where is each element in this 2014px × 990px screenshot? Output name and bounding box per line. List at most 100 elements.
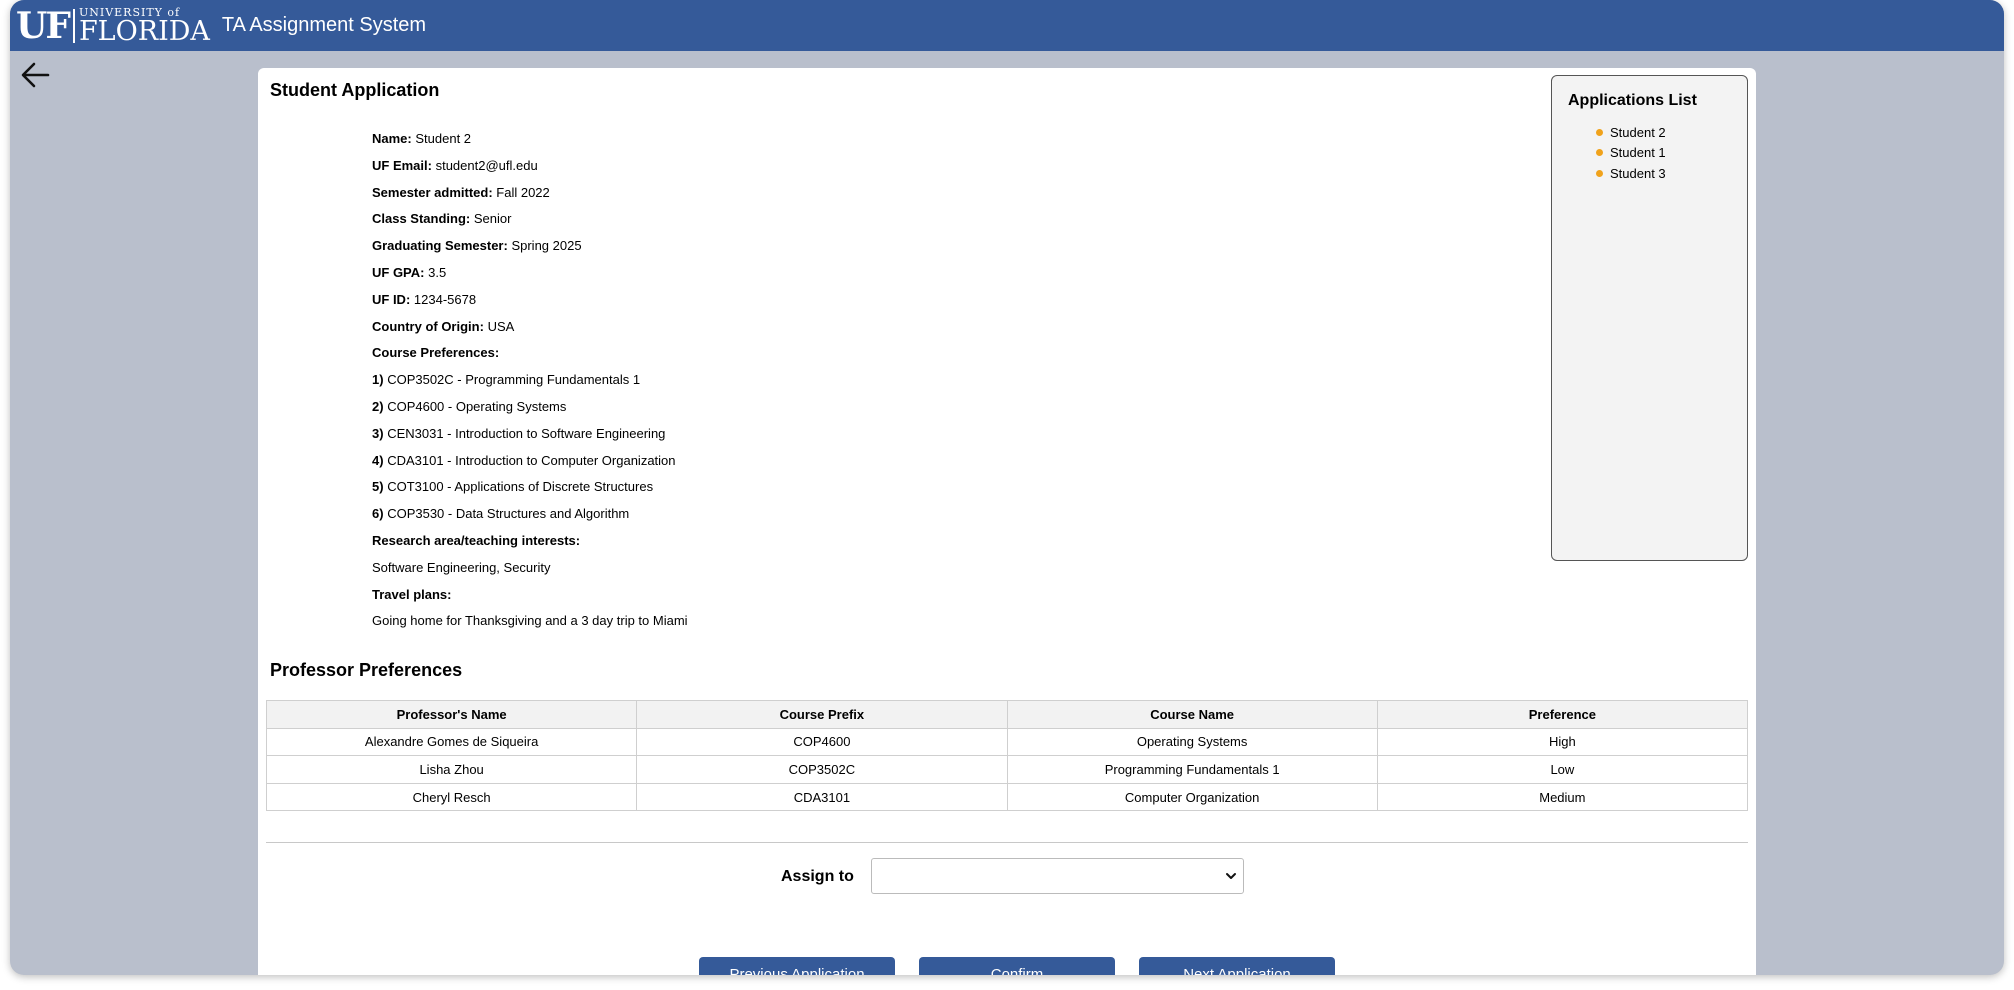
field-value: 3.5 xyxy=(428,264,447,280)
field-label: Class Standing: xyxy=(372,211,471,227)
application-list-item[interactable]: Student 1 xyxy=(1596,143,1666,164)
research-heading: Research area/teaching interests: xyxy=(372,533,688,560)
course-num: 1) xyxy=(372,372,384,388)
application-list-item-label: Student 1 xyxy=(1610,145,1666,161)
bullet-dot-icon xyxy=(1596,128,1603,136)
course-preference-item: 6) COP3530 - Data Structures and Algorit… xyxy=(372,506,688,533)
application-list-item[interactable]: Student 3 xyxy=(1596,163,1666,184)
field-value: Spring 2025 xyxy=(511,238,582,254)
applications-list-title: Applications List xyxy=(1568,92,1697,109)
course-text: COP4600 - Operating Systems xyxy=(387,398,567,414)
course-num: 6) xyxy=(372,506,384,522)
field-value: Senior xyxy=(473,211,512,227)
professor-preferences-title: Professor Preferences xyxy=(270,660,463,680)
course-preference-item: 3) CEN3031 - Introduction to Software En… xyxy=(372,426,688,453)
assign-to-select[interactable] xyxy=(871,858,1244,894)
confirm-button[interactable]: Confirm xyxy=(919,957,1115,975)
course-num: 4) xyxy=(372,452,384,468)
field-value: Fall 2022 xyxy=(496,184,550,200)
research-value: Software Engineering, Security xyxy=(372,559,551,575)
table-header-row: Professor's Name Course Prefix Course Na… xyxy=(265,700,1749,729)
table-cell: Cheryl Resch xyxy=(265,782,638,812)
course-text: COT3100 - Applications of Discrete Struc… xyxy=(387,479,654,495)
travel-value: Going home for Thanksgiving and a 3 day … xyxy=(372,613,688,629)
course-num: 3) xyxy=(372,425,384,441)
table-cell: Computer Organization xyxy=(1006,782,1378,812)
course-num: 2) xyxy=(372,398,384,414)
application-details: Name: Student 2 UF Email: student2@ufl.e… xyxy=(372,131,688,640)
application-list-item-label: Student 3 xyxy=(1610,165,1666,181)
field-uf-id: UF ID: 1234-5678 xyxy=(372,292,688,319)
field-country: Country of Origin: USA xyxy=(372,319,688,346)
app-title: TA Assignment System xyxy=(221,14,427,36)
column-header: Course Prefix xyxy=(636,700,1008,729)
logo-divider xyxy=(72,8,75,43)
field-gpa: UF GPA: 3.5 xyxy=(372,265,688,292)
app-window: UF UNIVERSITY of FLORIDA TA Assignment S… xyxy=(10,0,2004,975)
travel-heading: Travel plans: xyxy=(372,587,688,614)
logo-florida-text: FLORIDA xyxy=(78,15,210,47)
section-divider xyxy=(266,842,1748,843)
field-label: UF GPA: xyxy=(372,264,425,280)
chevron-down-icon xyxy=(1226,873,1236,879)
course-num: 5) xyxy=(372,479,384,495)
previous-application-button[interactable]: Previous Application xyxy=(699,957,895,975)
table-cell: Medium xyxy=(1376,782,1749,812)
course-preferences-heading: Course Preferences: xyxy=(372,345,688,372)
logo-uf-text: UF xyxy=(16,4,71,47)
field-label: Name: xyxy=(372,131,412,146)
field-label: Course Preferences: xyxy=(372,345,500,361)
field-name: Name: Student 2 xyxy=(372,131,688,158)
column-header: Course Name xyxy=(1006,700,1378,729)
table-cell: COP4600 xyxy=(636,727,1008,757)
application-list-item[interactable]: Student 2 xyxy=(1596,122,1666,143)
column-header: Preference xyxy=(1376,700,1749,729)
student-application-title: Student Application xyxy=(270,80,440,100)
table-cell: Alexandre Gomes de Siqueira xyxy=(265,727,638,757)
field-email: UF Email: student2@ufl.edu xyxy=(372,158,688,185)
field-graduating-semester: Graduating Semester: Spring 2025 xyxy=(372,238,688,265)
table-cell: CDA3101 xyxy=(636,782,1008,812)
field-label: UF Email: xyxy=(372,157,432,173)
applications-list-panel: Applications List Student 2 Student 1 St… xyxy=(1551,75,1748,561)
course-preference-item: 5) COT3100 - Applications of Discrete St… xyxy=(372,479,688,506)
table-cell: Programming Fundamentals 1 xyxy=(1006,755,1378,784)
course-text: CEN3031 - Introduction to Software Engin… xyxy=(387,425,666,441)
field-label: UF ID: xyxy=(372,291,411,307)
course-preference-item: 2) COP4600 - Operating Systems xyxy=(372,399,688,426)
table-cell: COP3502C xyxy=(636,755,1008,784)
field-label: Semester admitted: xyxy=(372,184,493,200)
arrow-left-icon xyxy=(21,62,50,88)
field-value: Student 2 xyxy=(415,131,472,146)
applications-list: Student 2 Student 1 Student 3 xyxy=(1596,122,1666,184)
back-button[interactable] xyxy=(16,58,54,92)
table-cell: Operating Systems xyxy=(1006,727,1378,757)
column-header: Professor's Name xyxy=(265,700,638,729)
table-cell: Lisha Zhou xyxy=(265,755,638,784)
bullet-dot-icon xyxy=(1596,169,1603,177)
field-semester-admitted: Semester admitted: Fall 2022 xyxy=(372,185,688,212)
field-label: Research area/teaching interests: xyxy=(372,532,581,548)
application-list-item-label: Student 2 xyxy=(1610,124,1666,140)
course-preference-item: 4) CDA3101 - Introduction to Computer Or… xyxy=(372,453,688,480)
field-value: USA xyxy=(487,318,515,334)
uf-logo: UF UNIVERSITY of FLORIDA xyxy=(16,0,210,51)
logo-wordmark: UNIVERSITY of FLORIDA xyxy=(79,7,210,45)
field-value: 1234-5678 xyxy=(413,291,477,307)
next-application-button[interactable]: Next Application xyxy=(1139,957,1335,975)
application-card: Student Application Name: Student 2 UF E… xyxy=(258,68,1756,975)
field-label: Country of Origin: xyxy=(372,318,484,334)
professor-preferences-table: Professor's Name Course Prefix Course Na… xyxy=(265,700,1749,812)
course-text: COP3502C - Programming Fundamentals 1 xyxy=(387,372,641,388)
course-preference-item: 1) COP3502C - Programming Fundamentals 1 xyxy=(372,372,688,399)
course-text: CDA3101 - Introduction to Computer Organ… xyxy=(387,452,676,468)
table-row: Cheryl Resch CDA3101 Computer Organizati… xyxy=(265,782,1749,812)
field-value: student2@ufl.edu xyxy=(435,157,538,173)
table-row: Alexandre Gomes de Siqueira COP4600 Oper… xyxy=(265,727,1749,757)
top-bar: UF UNIVERSITY of FLORIDA TA Assignment S… xyxy=(10,0,2004,51)
bullet-dot-icon xyxy=(1596,149,1603,157)
assign-to-label: Assign to xyxy=(781,868,854,885)
field-label: Graduating Semester: xyxy=(372,238,508,254)
field-class-standing: Class Standing: Senior xyxy=(372,211,688,238)
table-cell: Low xyxy=(1376,755,1749,784)
